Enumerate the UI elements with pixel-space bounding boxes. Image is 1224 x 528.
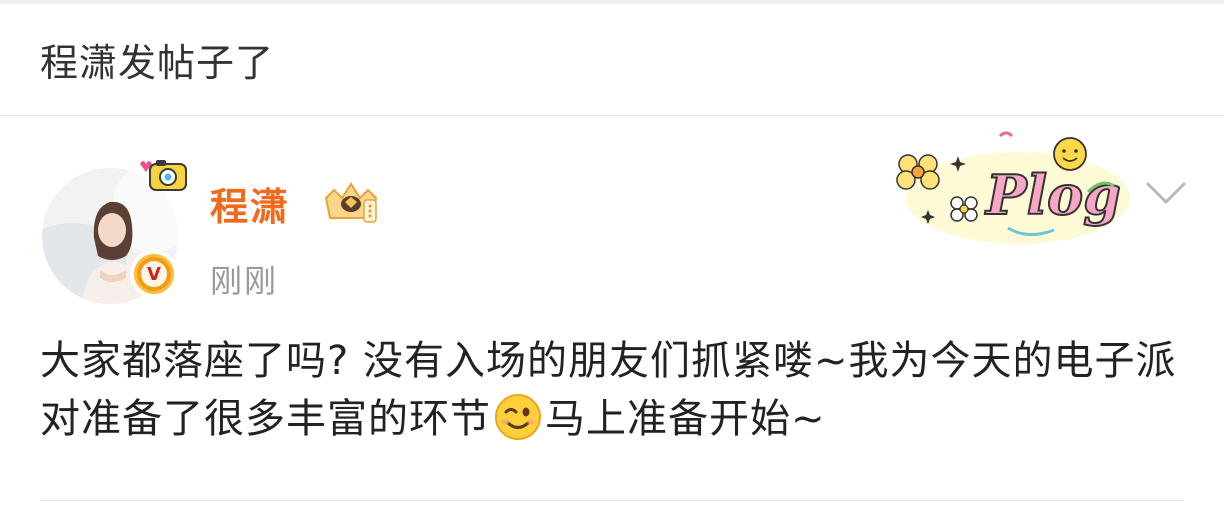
page-title: 程潇发帖子了 — [40, 40, 275, 85]
page-header: 程潇发帖子了 — [0, 4, 1224, 116]
post-bottom-divider — [40, 500, 1184, 501]
sticker-text: Plog — [984, 163, 1121, 227]
chevron-down-icon[interactable] — [1144, 178, 1188, 208]
post-timestamp: 刚刚 — [210, 262, 279, 300]
verified-badge-inner: V — [134, 254, 174, 294]
wink-emoji-icon — [495, 394, 541, 440]
author-name[interactable]: 程潇 — [210, 176, 290, 231]
post-content: 大家都落座了吗? 没有入场的朋友们抓紧喽~我为今天的电子派对准备了很多丰富的环节… — [40, 332, 1190, 448]
post-card: V 程潇 刚刚 Plog 大家都落座了吗? 没有入场的朋友们抓紧喽~我为今天的电… — [0, 116, 1224, 528]
camera-pendant-icon — [140, 160, 187, 191]
author-avatar-wrap[interactable]: V — [40, 154, 190, 304]
verified-badge: V — [130, 250, 178, 298]
post-page: 程潇发帖子了 V 程潇 刚刚 Plog 大家都落座了吗? 没有入场的朋友们抓紧喽… — [0, 0, 1224, 528]
post-text-part2: 马上准备开始~ — [545, 396, 826, 442]
plog-sticker-icon: Plog — [896, 131, 1130, 244]
vip-crown-icon[interactable] — [320, 178, 382, 228]
verified-badge-letter: V — [141, 261, 167, 287]
